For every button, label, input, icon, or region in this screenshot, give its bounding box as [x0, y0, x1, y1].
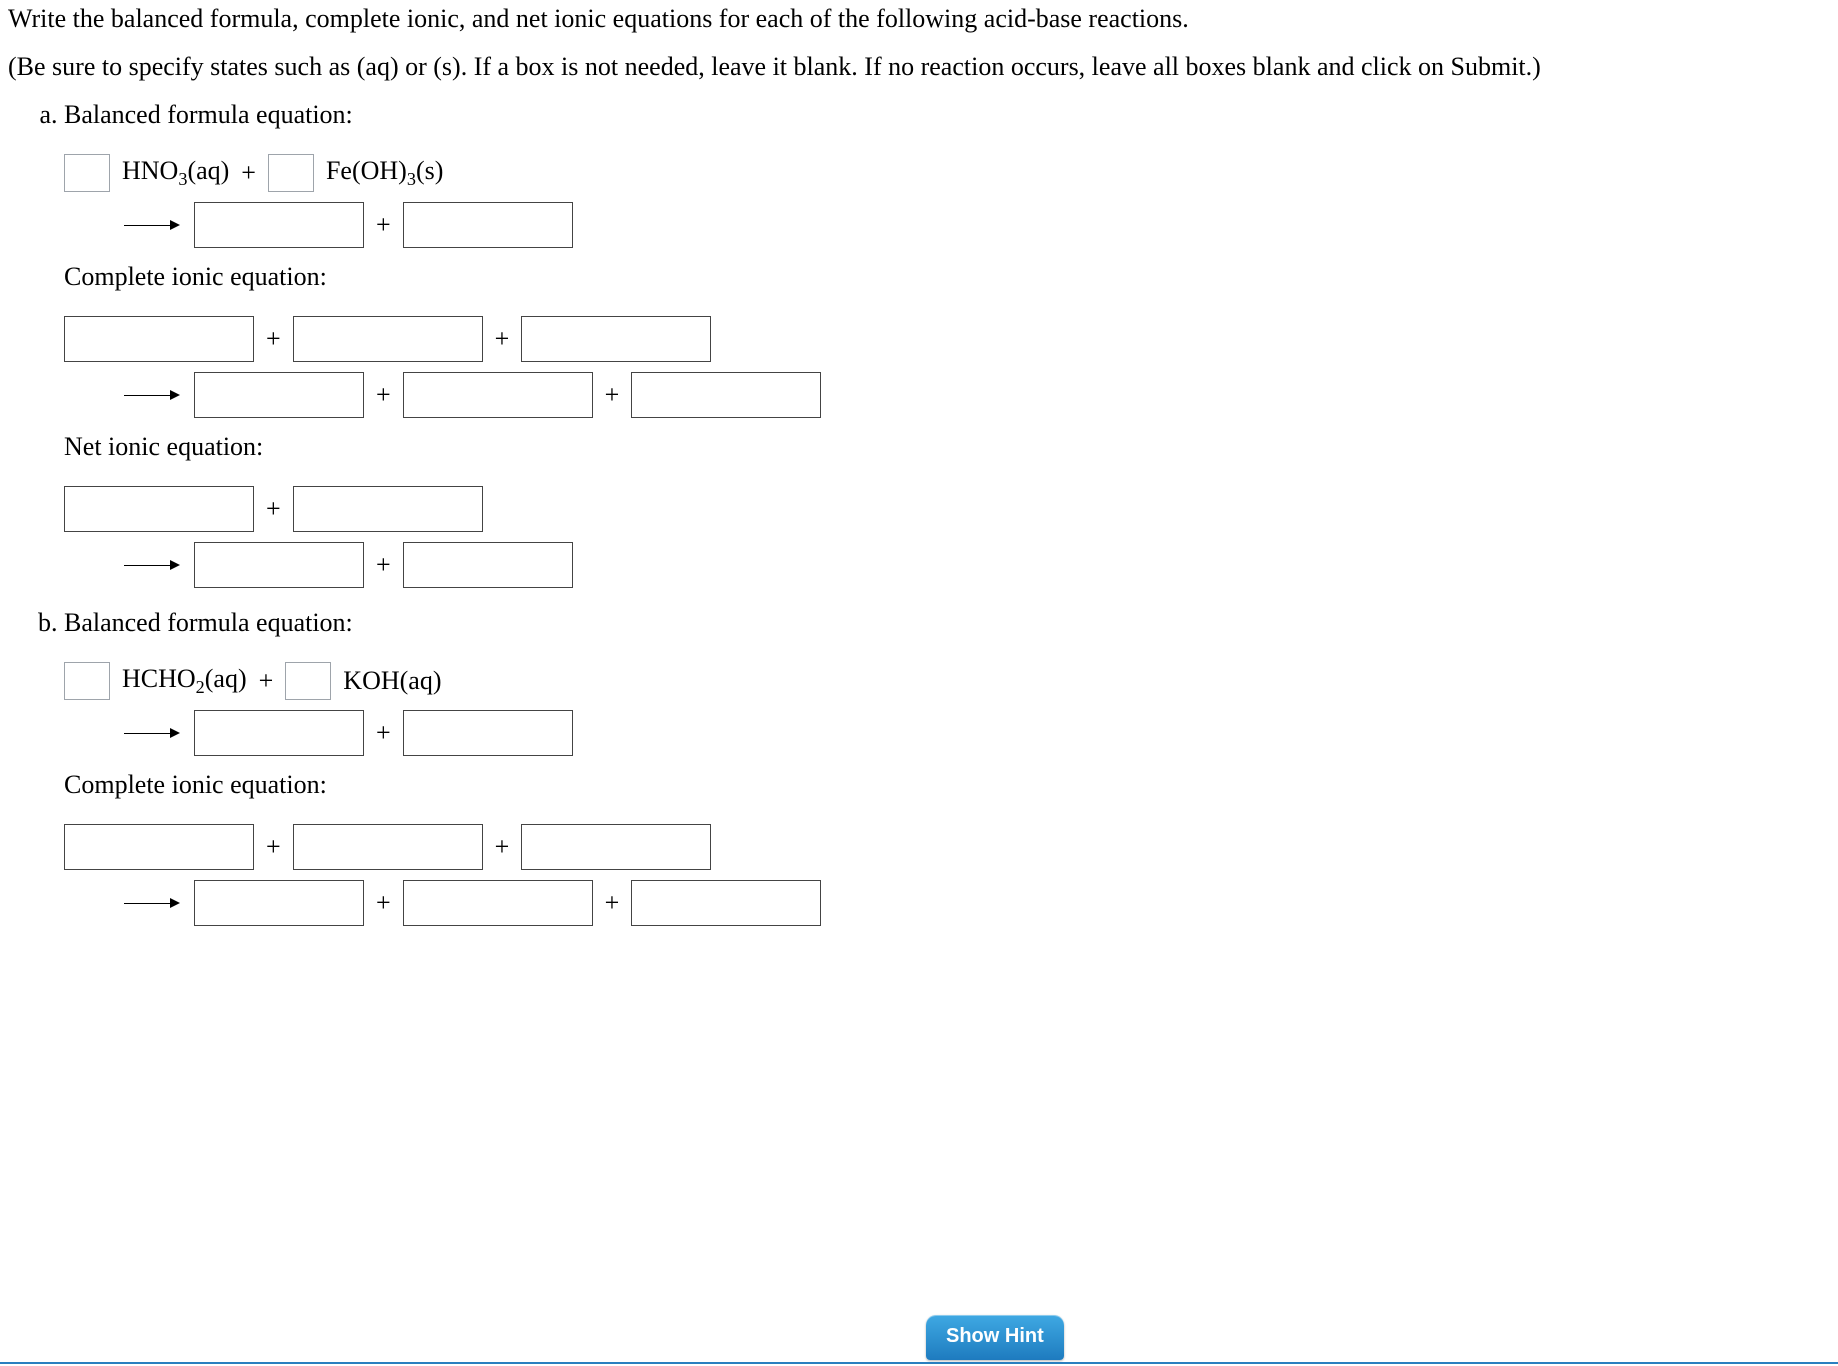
plus-a-7: + [266, 494, 281, 524]
footer-divider [0, 1362, 1838, 1364]
reactant-b-2: KOH(aq) [343, 666, 441, 696]
reaction-arrow-icon [124, 557, 182, 573]
balanced-reactants-a: HNO3(aq) + Fe(OH)3(s) [64, 154, 1830, 192]
ci-reactant-b-1[interactable] [64, 824, 254, 870]
ci-reactant-a-2[interactable] [293, 316, 483, 362]
plus-a-5: + [376, 380, 391, 410]
complete-ionic-products-a: + + [124, 372, 1830, 418]
plus-b-1: + [259, 666, 274, 696]
plus-a-2: + [376, 210, 391, 240]
ci-reactant-b-2[interactable] [293, 824, 483, 870]
ni-reactant-a-1[interactable] [64, 486, 254, 532]
net-ionic-reactants-a: + [64, 486, 1830, 532]
reaction-arrow-icon [124, 217, 182, 233]
plus-b-6: + [605, 888, 620, 918]
coef-input-b-r2[interactable] [285, 662, 331, 700]
coef-input-a-r2[interactable] [268, 154, 314, 192]
label-complete-ionic-a: Complete ionic equation: [64, 262, 1830, 292]
coef-input-b-r1[interactable] [64, 662, 110, 700]
ci-product-b-1[interactable] [194, 880, 364, 926]
plus-a-4: + [495, 324, 510, 354]
instructions-line-2: (Be sure to specify states such as (aq) … [8, 52, 1830, 82]
reactant-a-1: HNO3(aq) [122, 156, 229, 190]
balanced-products-a: + [124, 202, 1830, 248]
coef-input-a-r1[interactable] [64, 154, 110, 192]
plus-b-2: + [376, 718, 391, 748]
ci-product-a-2[interactable] [403, 372, 593, 418]
ci-product-a-3[interactable] [631, 372, 821, 418]
reaction-arrow-icon [124, 895, 182, 911]
plus-a-3: + [266, 324, 281, 354]
instructions-line-1: Write the balanced formula, complete ion… [8, 4, 1830, 34]
complete-ionic-reactants-a: + + [64, 316, 1830, 362]
plus-a-8: + [376, 550, 391, 580]
plus-a-6: + [605, 380, 620, 410]
balanced-reactants-b: HCHO2(aq) + KOH(aq) [64, 662, 1830, 700]
ni-product-a-2[interactable] [403, 542, 573, 588]
ci-reactant-a-3[interactable] [521, 316, 711, 362]
label-balanced-a: Balanced formula equation: [64, 100, 1830, 130]
reactant-b-1: HCHO2(aq) [122, 664, 247, 698]
ci-product-a-1[interactable] [194, 372, 364, 418]
ci-reactant-a-1[interactable] [64, 316, 254, 362]
ci-product-b-2[interactable] [403, 880, 593, 926]
show-hint-button[interactable]: Show Hint [926, 1315, 1064, 1360]
balanced-products-b: + [124, 710, 1830, 756]
ni-reactant-a-2[interactable] [293, 486, 483, 532]
product-input-b-2[interactable] [403, 710, 573, 756]
part-a: Balanced formula equation: HNO3(aq) + Fe… [64, 100, 1830, 608]
complete-ionic-products-b: + + [124, 880, 1830, 926]
complete-ionic-reactants-b: + + [64, 824, 1830, 870]
net-ionic-products-a: + [124, 542, 1830, 588]
plus-b-3: + [266, 832, 281, 862]
product-input-a-2[interactable] [403, 202, 573, 248]
product-input-a-1[interactable] [194, 202, 364, 248]
plus-b-5: + [376, 888, 391, 918]
product-input-b-1[interactable] [194, 710, 364, 756]
reaction-arrow-icon [124, 387, 182, 403]
reaction-arrow-icon [124, 725, 182, 741]
label-complete-ionic-b: Complete ionic equation: [64, 770, 1830, 800]
reactant-a-2: Fe(OH)3(s) [326, 156, 443, 190]
ni-product-a-1[interactable] [194, 542, 364, 588]
plus-a-1: + [241, 158, 256, 188]
label-net-ionic-a: Net ionic equation: [64, 432, 1830, 462]
ci-product-b-3[interactable] [631, 880, 821, 926]
label-balanced-b: Balanced formula equation: [64, 608, 1830, 638]
ci-reactant-b-3[interactable] [521, 824, 711, 870]
part-b: Balanced formula equation: HCHO2(aq) + K… [64, 608, 1830, 946]
plus-b-4: + [495, 832, 510, 862]
